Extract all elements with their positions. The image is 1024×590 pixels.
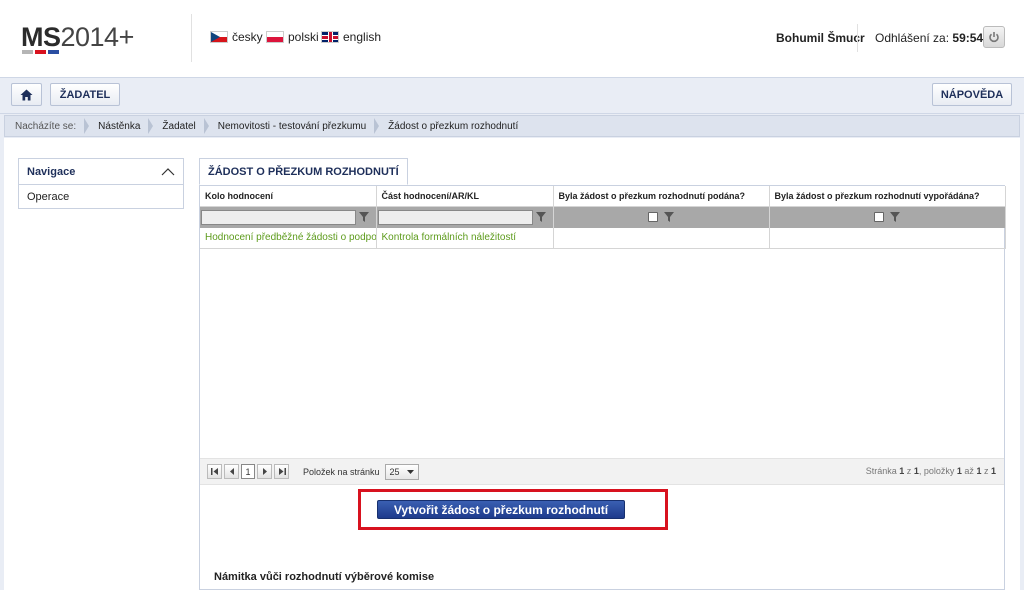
table-cell[interactable] [769,228,1006,249]
uk-flag-icon [321,31,339,43]
user-name[interactable]: Bohumil Šmucr [776,31,865,45]
header: MS2014+ česky polski english Bohumil Šmu… [0,0,1024,78]
breadcrumb: Nacházíte se: Nástěnka Žadatel Nemovitos… [4,115,1020,137]
column-header[interactable]: Byla žádost o přezkum rozhodnutí vypořád… [769,186,1006,207]
column-header[interactable]: Byla žádost o přezkum rozhodnutí podána? [553,186,770,207]
panel-divider [200,484,1004,485]
lang-polish-label: polski [288,30,319,44]
last-page-icon [278,468,286,475]
table-cell[interactable]: Kontrola formálních náležitostí [376,228,554,249]
applicant-button[interactable]: ŽADATEL [50,83,120,106]
filter-icon[interactable] [890,212,900,223]
chevron-up-icon [161,167,175,175]
review-table: Kolo hodnocení Část hodnocení/AR/KL Byla… [200,186,1006,249]
lang-english-label: english [343,30,382,44]
filter-cell [200,206,377,228]
tab-review-request[interactable]: ŽÁDOST O PŘEZKUM ROZHODNUTÍ [199,158,408,185]
table-cell[interactable] [553,228,770,249]
next-page-button[interactable] [257,464,272,479]
logout-button[interactable] [983,26,1005,48]
filter-cell [376,206,554,228]
home-button[interactable] [11,83,42,106]
objection-section-title: Námitka vůči rozhodnutí výběrové komise [214,571,435,583]
current-page-input[interactable]: 1 [241,464,255,479]
filter-row [200,206,1006,228]
filter-icon[interactable] [359,212,369,223]
czech-flag-icon [210,31,228,43]
column-header[interactable]: Část hodnocení/AR/KL [376,186,554,207]
table-header-row: Kolo hodnocení Část hodnocení/AR/KL Byla… [200,186,1006,207]
filter-input[interactable] [201,209,356,225]
per-page-value: 25 [389,466,400,477]
home-icon [20,89,33,100]
help-button[interactable]: NÁPOVĚDA [932,83,1012,106]
filter-input[interactable] [377,209,533,225]
navigation-header[interactable]: Navigace [19,159,183,185]
per-page-select[interactable]: 25 [384,463,419,480]
lang-polish[interactable]: polski [266,30,319,44]
side-navigation: Navigace Operace [18,158,184,209]
power-icon [989,32,999,43]
header-divider [857,24,858,52]
caret-down-icon [406,469,414,474]
logout-timer: Odhlášení za: 59:54 [875,31,983,45]
logout-timer-label: Odhlášení za: [875,31,950,45]
first-page-button[interactable] [207,464,222,479]
filter-checkbox[interactable] [874,212,884,223]
breadcrumb-item[interactable]: Nemovitosti - testování přezkumu [208,116,380,136]
breadcrumb-current: Žádost o přezkum rozhodnutí [388,120,519,132]
logo-color-bars [22,50,59,54]
pager-info: Stránka 1 z 1, položky 1 až 1 z 1 [865,466,996,476]
header-divider [191,14,192,62]
filter-checkbox[interactable] [648,212,658,223]
table-row[interactable]: Hodnocení předběžné žádosti o podporu Ko… [200,228,1006,249]
filter-icon[interactable] [664,212,674,223]
breadcrumb-item[interactable]: Žadatel [152,116,210,136]
toolbar: ŽADATEL NÁPOVĚDA [0,79,1024,114]
lang-english[interactable]: english [321,30,381,44]
per-page-label: Položek na stránku [303,466,380,477]
filter-icon[interactable] [535,212,546,223]
first-page-icon [210,468,218,475]
lang-czech[interactable]: česky [210,30,263,44]
filter-cell [769,206,1006,228]
prev-page-button[interactable] [224,464,239,479]
column-header[interactable]: Kolo hodnocení [200,186,377,207]
nav-item-operations[interactable]: Operace [19,185,183,208]
filter-cell [553,206,770,228]
create-review-request-button[interactable]: Vytvořit žádost o přezkum rozhodnutí [377,500,625,519]
breadcrumb-item[interactable]: Nástěnka [88,116,154,136]
breadcrumb-prefix: Nacházíte se: [5,116,90,136]
polish-flag-icon [266,31,284,43]
last-page-button[interactable] [274,464,289,479]
logout-timer-value: 59:54 [952,31,984,45]
pager: 1 Položek na stránku 25 Stránka 1 z 1, p… [200,458,1004,484]
lang-czech-label: česky [232,30,263,44]
app-logo[interactable]: MS2014+ [21,22,134,53]
navigation-title: Navigace [27,165,76,178]
table-cell[interactable]: Hodnocení předběžné žádosti o podporu [200,228,377,249]
prev-page-icon [229,468,234,475]
next-page-icon [262,468,267,475]
